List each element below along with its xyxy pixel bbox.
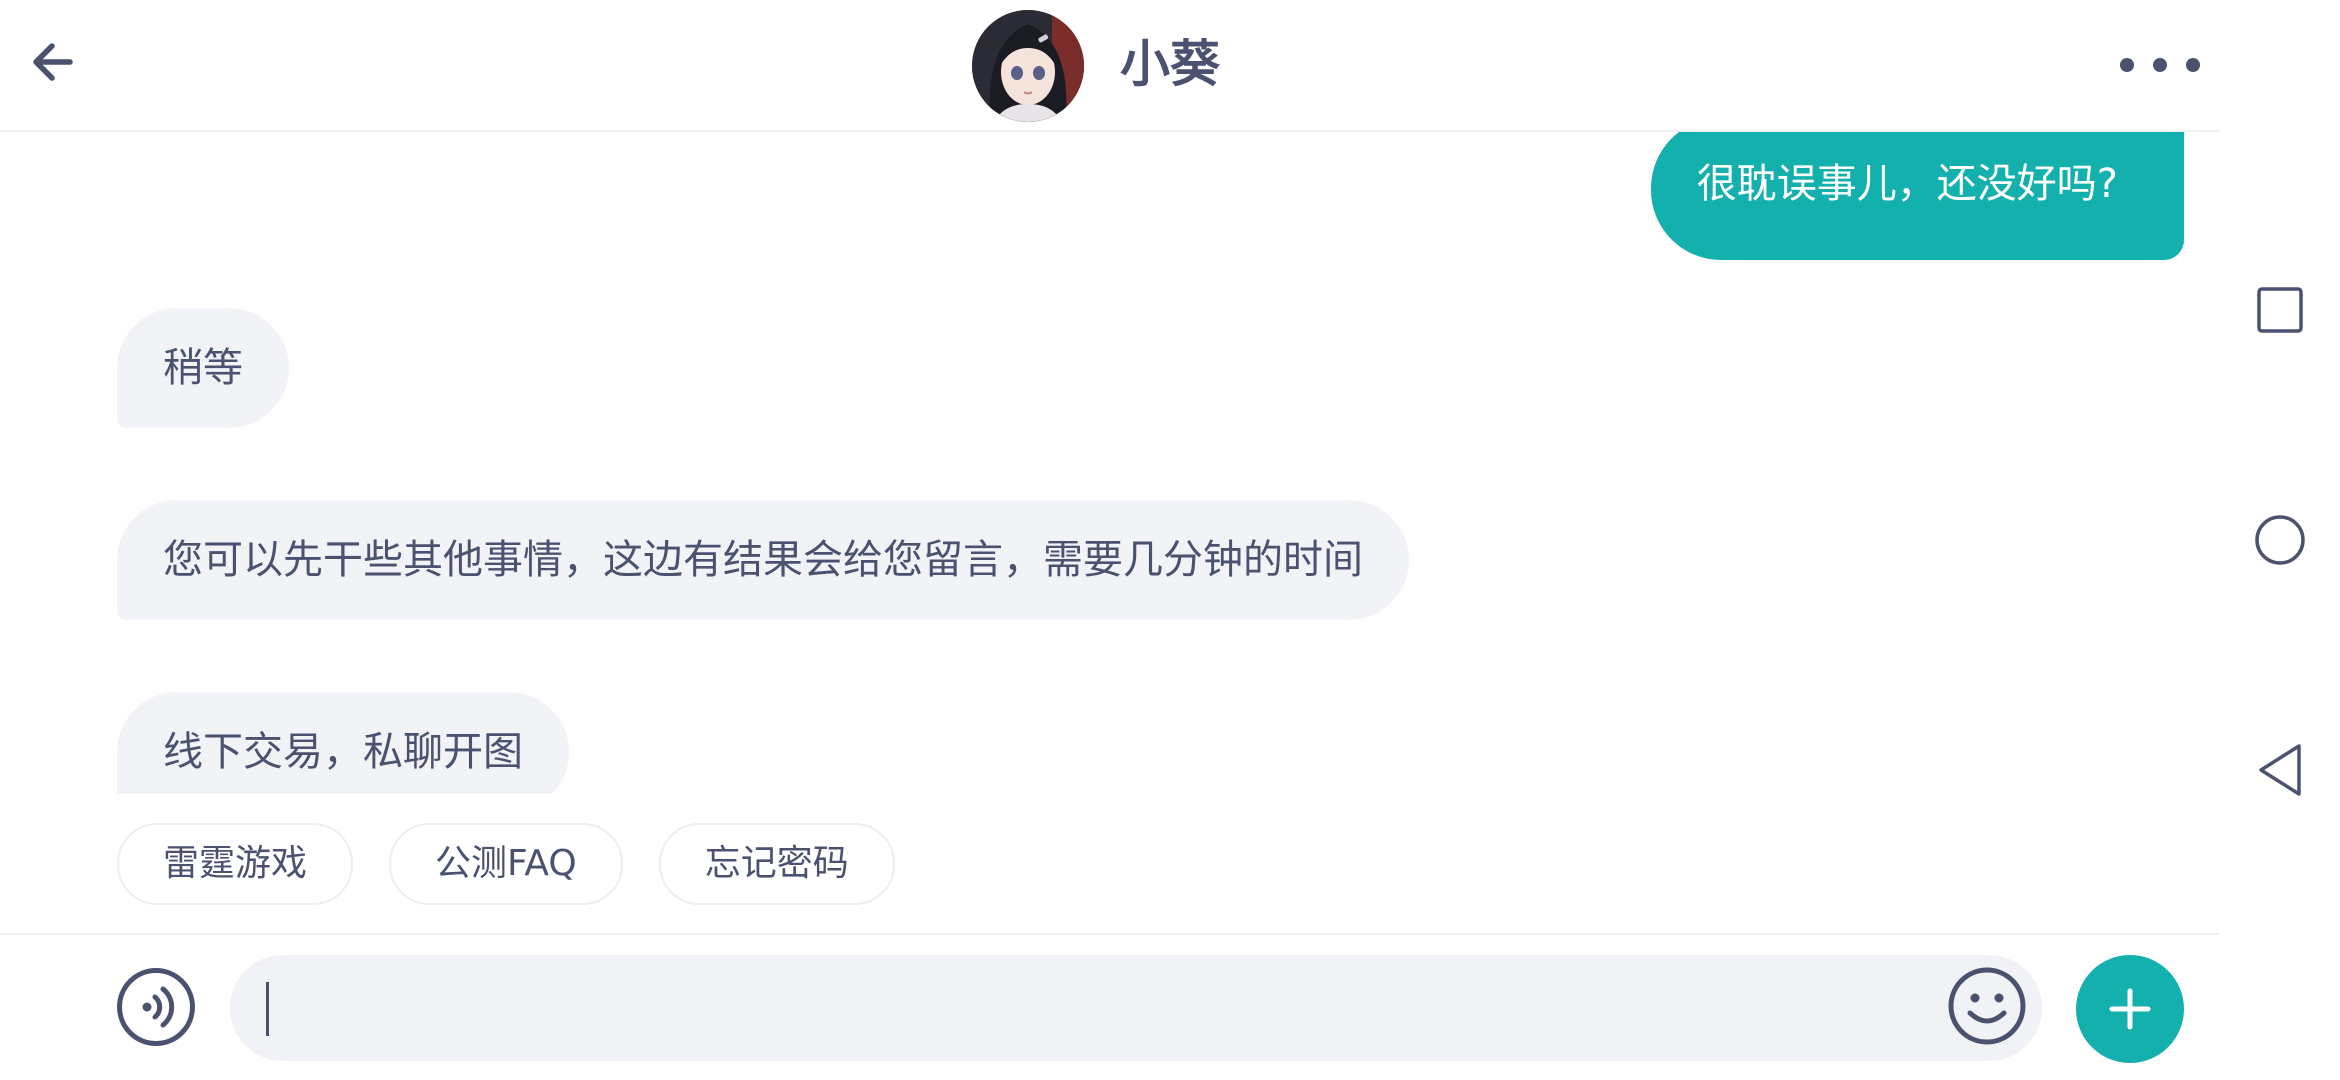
quick-replies: 雷霆游戏 公测FAQ 忘记密码 [117, 823, 895, 905]
more-dots-icon [2120, 58, 2134, 72]
voice-button[interactable] [117, 968, 195, 1046]
incoming-message[interactable]: 线下交易，私聊开图 [117, 692, 569, 794]
more-options-button[interactable] [2120, 40, 2200, 90]
input-bar [0, 933, 2220, 1080]
recents-button[interactable] [2242, 272, 2318, 348]
system-back-button[interactable] [2242, 732, 2318, 808]
voice-icon [142, 986, 175, 1028]
anime-girl-avatar-image [972, 10, 1084, 122]
add-attachment-button[interactable] [2076, 955, 2184, 1063]
more-dots-icon [2153, 58, 2167, 72]
quick-reply-chip[interactable]: 公测FAQ [389, 823, 623, 905]
incoming-message[interactable]: 稍等 [117, 308, 289, 428]
system-navigation-bar [2220, 0, 2340, 1080]
home-button[interactable] [2242, 502, 2318, 578]
contact-avatar[interactable] [972, 10, 1084, 122]
incoming-message[interactable]: 您可以先干些其他事情，这边有结果会给您留言，需要几分钟的时间 [117, 500, 1409, 620]
more-dots-icon [2186, 58, 2200, 72]
text-cursor [266, 982, 269, 1036]
chat-header: 小葵 [0, 0, 2220, 132]
recents-square-icon [2257, 287, 2303, 333]
outgoing-message[interactable]: 很耽误事儿，还没好吗? [1650, 132, 2184, 260]
plus-icon [2109, 988, 2151, 1030]
quick-reply-chip[interactable]: 忘记密码 [658, 823, 895, 905]
contact-name: 小葵 [1120, 35, 1220, 93]
emoji-button[interactable] [1946, 965, 2028, 1047]
message-input[interactable] [230, 955, 2042, 1061]
back-triangle-icon [2259, 744, 2301, 796]
quick-reply-chip[interactable]: 雷霆游戏 [117, 823, 354, 905]
home-circle-icon [2255, 515, 2305, 565]
emoji-icon [1948, 967, 2026, 1045]
chat-app: 小葵 很耽误事儿，还没好吗? 稍等 您可以先干些其他事情，这边有结果会给您留言，… [0, 0, 2220, 1080]
message-list[interactable]: 很耽误事儿，还没好吗? 稍等 您可以先干些其他事情，这边有结果会给您留言，需要几… [0, 132, 2220, 794]
back-button[interactable] [20, 30, 84, 94]
arrow-left-icon [33, 43, 73, 81]
